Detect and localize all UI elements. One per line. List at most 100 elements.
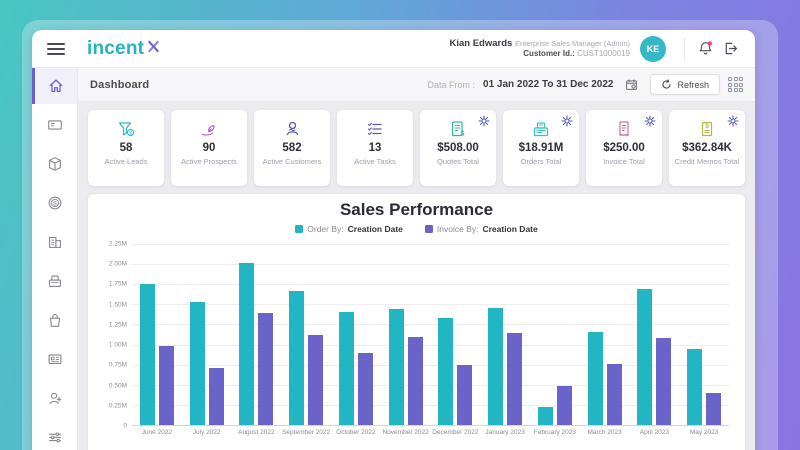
y-axis-tick-label: 1.00M	[109, 342, 127, 349]
sidebar-item-purchases[interactable]	[32, 302, 77, 338]
kpi-label: Active Tasks	[351, 157, 399, 167]
invoices-bar[interactable]	[159, 346, 174, 425]
kpi-card-active-customers[interactable]: 582 Active Customers	[254, 110, 330, 186]
kpi-label: Invoice Total	[600, 157, 648, 167]
orders-bar[interactable]	[239, 263, 254, 425]
kpi-label: Active Customers	[260, 157, 325, 167]
invoices-bar[interactable]	[457, 365, 472, 425]
x-axis-tick-label: August 2022	[232, 429, 282, 436]
calendar-icon[interactable]	[621, 74, 642, 95]
chart-legend: Order By: Creation Date Invoice By: Crea…	[98, 224, 735, 234]
legend-item-invoices[interactable]: Invoice By: Creation Date	[425, 224, 538, 234]
x-axis-tick-label: April 2023	[630, 429, 680, 436]
legend-swatch-invoices	[425, 225, 433, 233]
invoices-bar[interactable]	[209, 368, 224, 425]
quote-document-icon: $	[448, 118, 468, 140]
y-axis-tick-label: 0.25M	[109, 402, 127, 409]
kpi-value: 13	[369, 142, 382, 154]
invoices-bar[interactable]	[358, 353, 373, 425]
kpi-card-credit-memos-total[interactable]: $ $362.84K Credit Memos Total	[669, 110, 745, 186]
orders-bar[interactable]	[339, 312, 354, 425]
dashboard-grid-icon[interactable]	[728, 77, 743, 92]
kpi-cards-row: $ 58 Active Leads 90 Active Prospects	[78, 102, 755, 194]
svg-text:$: $	[461, 131, 465, 138]
logout-icon[interactable]	[718, 36, 743, 61]
invoices-bar[interactable]	[258, 313, 273, 425]
invoices-bar[interactable]	[656, 338, 671, 425]
gear-icon[interactable]	[478, 115, 490, 127]
x-axis-tick-label: September 2022	[281, 429, 331, 436]
bar-group	[331, 244, 381, 425]
kpi-card-active-leads[interactable]: $ 58 Active Leads	[88, 110, 164, 186]
bar-group	[480, 244, 530, 425]
invoices-bar[interactable]	[308, 335, 323, 425]
chart-y-axis: 2.25M2.00M1.75M1.50M1.25M1.00M0.75M0.50M…	[98, 244, 132, 426]
notifications-bell-icon[interactable]	[693, 36, 718, 61]
orders-bar[interactable]	[588, 332, 603, 425]
sidebar-item-users[interactable]	[32, 380, 77, 416]
bar-group	[182, 244, 232, 425]
orders-bar[interactable]	[140, 284, 155, 425]
legend-item-orders[interactable]: Order By: Creation Date	[295, 224, 403, 234]
sidebar-item-crm[interactable]	[32, 107, 77, 143]
invoices-bar[interactable]	[408, 337, 423, 425]
orders-bar[interactable]	[488, 308, 503, 425]
gear-icon[interactable]	[727, 115, 739, 127]
kpi-value: $18.91M	[519, 142, 564, 154]
sidebar-item-billing[interactable]	[32, 263, 77, 299]
sidebar-item-products[interactable]	[32, 146, 77, 182]
kpi-card-invoice-total[interactable]: $250.00 Invoice Total	[586, 110, 662, 186]
refresh-button[interactable]: Refresh	[650, 74, 720, 95]
kpi-value: 58	[120, 142, 133, 154]
sidebar-item-company[interactable]	[32, 224, 77, 260]
sidebar-item-contracts[interactable]	[32, 341, 77, 377]
orders-bar[interactable]	[438, 318, 453, 425]
task-list-icon	[365, 118, 385, 140]
orders-bar[interactable]	[687, 349, 702, 425]
bar-group	[232, 244, 282, 425]
chart-x-labels: June 2022July 2022August 2022September 2…	[132, 429, 729, 436]
avatar[interactable]: KE	[640, 36, 666, 62]
subheader: Dashboard Data From : 01 Jan 2022 To 31 …	[78, 68, 755, 102]
kpi-card-active-prospects[interactable]: 90 Active Prospects	[171, 110, 247, 186]
x-axis-tick-label: November 2022	[381, 429, 431, 436]
y-axis-tick-label: 1.50M	[109, 301, 127, 308]
kpi-card-quotes-total[interactable]: $ $508.00 Quotes Total	[420, 110, 496, 186]
invoices-bar[interactable]	[557, 386, 572, 425]
sidebar: $	[32, 68, 78, 450]
orders-bar[interactable]	[637, 289, 652, 425]
gear-icon[interactable]	[561, 115, 573, 127]
bar-group	[630, 244, 680, 425]
refresh-icon	[661, 79, 672, 90]
kpi-value: 582	[282, 142, 301, 154]
invoices-bar[interactable]	[607, 364, 622, 425]
kpi-value: 90	[203, 142, 216, 154]
brand-logo-x-icon	[146, 39, 161, 54]
invoices-bar[interactable]	[507, 333, 522, 426]
orders-bar[interactable]	[538, 407, 553, 425]
refresh-label: Refresh	[677, 80, 709, 90]
legend-swatch-orders	[295, 225, 303, 233]
kpi-card-active-tasks[interactable]: 13 Active Tasks	[337, 110, 413, 186]
gear-icon[interactable]	[644, 115, 656, 127]
bar-group	[132, 244, 182, 425]
y-axis-tick-label: 1.75M	[109, 281, 127, 288]
y-axis-tick-label: 2.00M	[109, 261, 127, 268]
invoices-bar[interactable]	[706, 393, 721, 425]
sidebar-item-home[interactable]	[32, 68, 77, 104]
page-title: Dashboard	[90, 79, 149, 91]
kpi-card-orders-total[interactable]: $18.91M Orders Total	[503, 110, 579, 186]
orders-bar[interactable]	[190, 302, 205, 425]
chart-plot	[132, 244, 729, 426]
sidebar-item-commissions[interactable]: $	[32, 185, 77, 221]
date-range-value[interactable]: 01 Jan 2022 To 31 Dec 2022	[483, 79, 613, 90]
sidebar-item-settings[interactable]	[32, 419, 77, 450]
orders-bar[interactable]	[389, 309, 404, 425]
kpi-label: Orders Total	[518, 157, 565, 167]
user-name: Kian Edwards	[449, 38, 512, 49]
bar-group	[281, 244, 331, 425]
y-axis-tick-label: 1.25M	[109, 321, 127, 328]
y-axis-tick-label: 2.25M	[109, 241, 127, 248]
orders-bar[interactable]	[289, 291, 304, 425]
hamburger-menu-icon[interactable]	[47, 43, 65, 55]
